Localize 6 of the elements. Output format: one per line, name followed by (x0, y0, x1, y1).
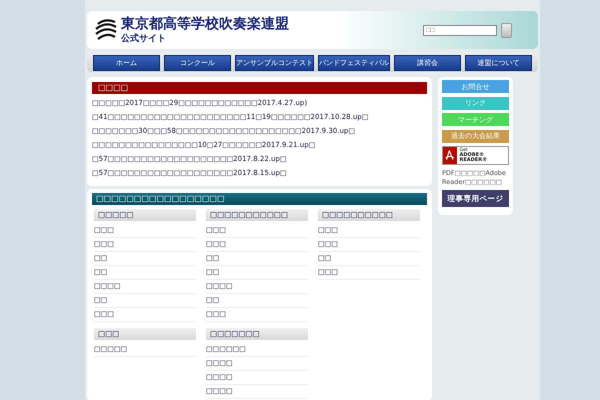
site-title: 東京都高等学校吹奏楽連盟 (121, 16, 289, 32)
search-button[interactable] (501, 22, 512, 38)
news-heading: □□□□ (92, 82, 427, 94)
site-subtitle: 公式サイト (121, 32, 167, 44)
section-heading: □□□□□□□□□□□□□□□□□ (92, 193, 427, 205)
logo-icon (95, 18, 117, 42)
